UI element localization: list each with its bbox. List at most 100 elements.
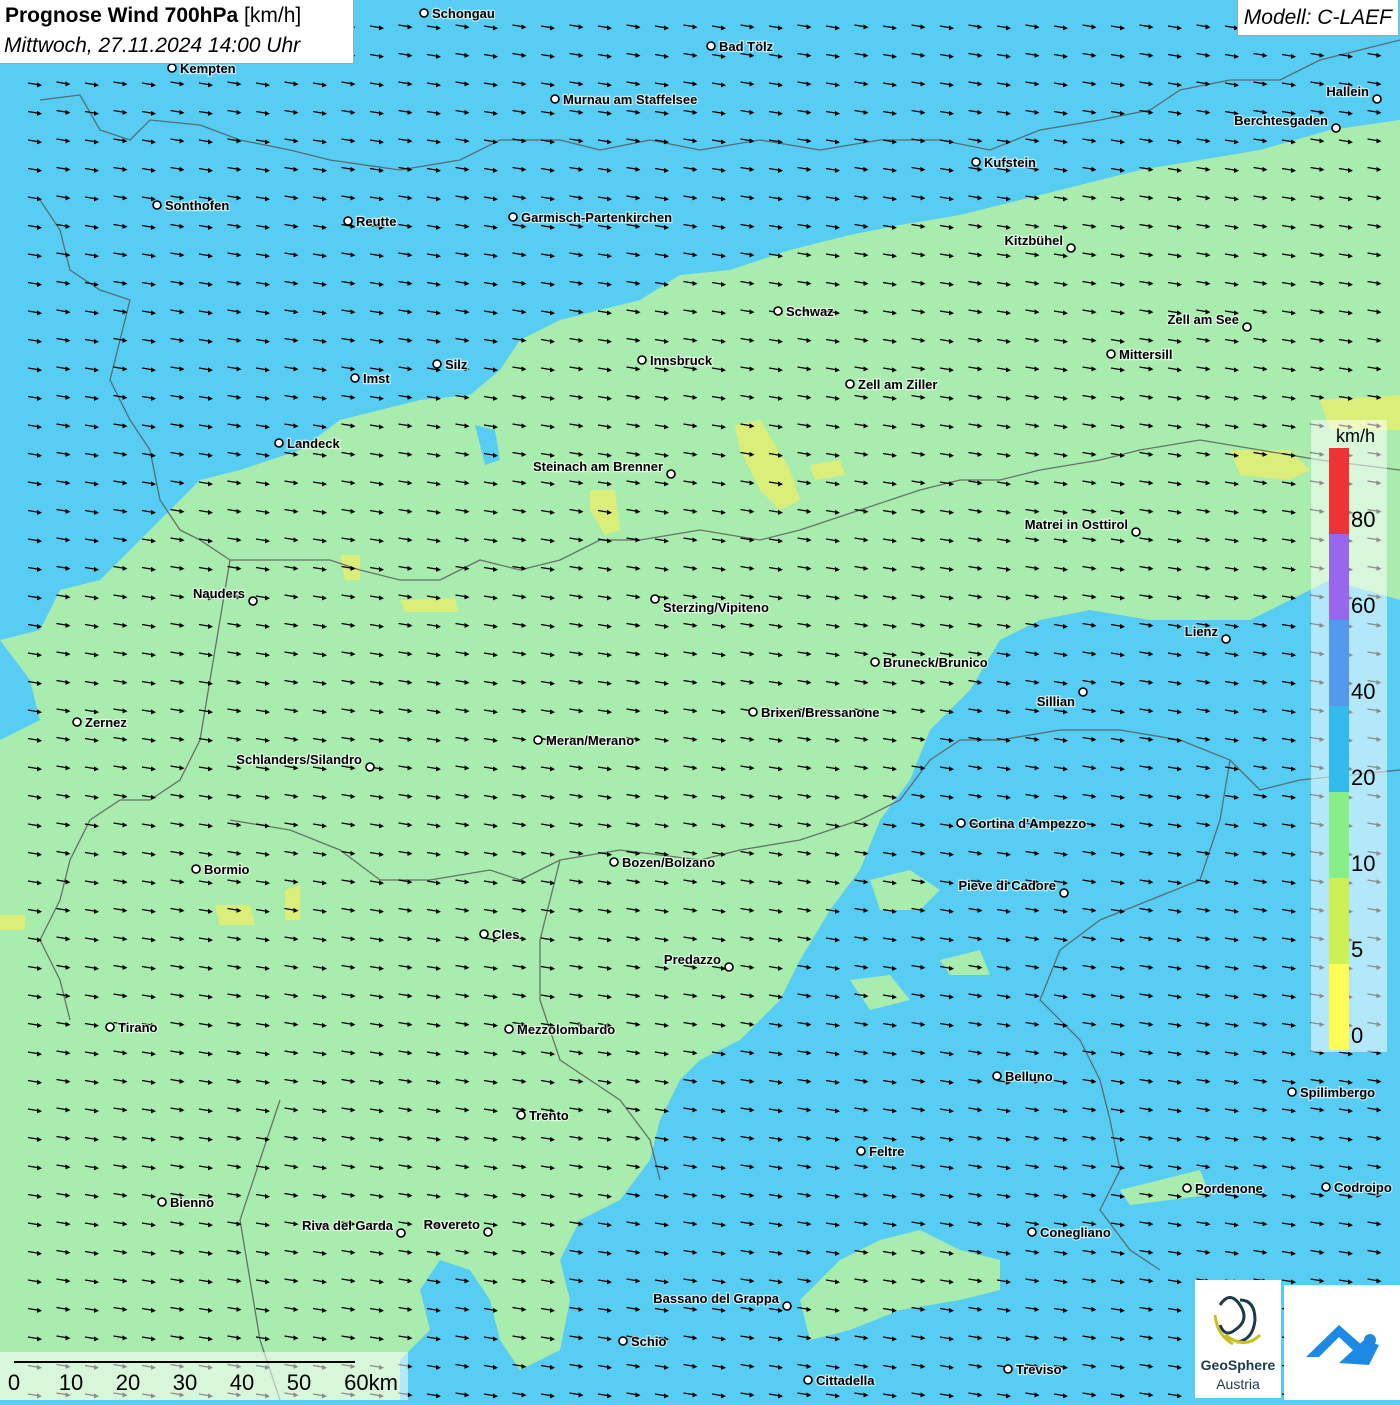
scale-bar: 0 10 20 30 40 50 60km — [0, 1352, 408, 1400]
city-marker: Cortina d'Ampezzo — [956, 815, 1088, 832]
city-dot — [618, 1336, 628, 1346]
city-label: Imst — [363, 371, 390, 386]
map-title: Prognose Wind 700hPa [km/h] — [5, 4, 301, 28]
city-label: Codroipo — [1334, 1180, 1392, 1195]
city-dot — [1287, 1087, 1297, 1097]
city-label: Steinach am Brenner — [533, 459, 663, 474]
title-box: Prognose Wind 700hPa [km/h] Mittwoch, 27… — [0, 0, 354, 64]
city-label: Murnau am Staffelsee — [563, 92, 697, 107]
mountain-cloud-icon — [1306, 1325, 1379, 1365]
city-dot — [609, 857, 619, 867]
city-dot — [274, 438, 284, 448]
legend-color-segment — [1329, 448, 1349, 534]
city-label: Cortina d'Ampezzo — [969, 816, 1086, 831]
city-marker: Bozen/Bolzano — [609, 854, 716, 871]
legend-color-segment — [1329, 878, 1349, 964]
city-dot — [1321, 1182, 1331, 1192]
city-dot — [845, 379, 855, 389]
city-dot — [105, 1022, 115, 1032]
title-main-text: Prognose Wind 700hPa — [5, 4, 239, 27]
city-marker: Mezzolombardo — [504, 1021, 617, 1038]
city-label: Hallein — [1326, 84, 1369, 99]
city-label: Belluno — [1005, 1069, 1053, 1084]
city-label: Bormio — [204, 862, 250, 877]
city-dot — [773, 306, 783, 316]
city-dot — [706, 41, 716, 51]
legend-label: 60 — [1351, 593, 1376, 618]
legend-color-segment — [1329, 964, 1349, 1050]
wind-zone-5-10 — [285, 885, 300, 920]
scale-label: 0 — [7, 1370, 21, 1395]
legend-unit: km/h — [1336, 426, 1376, 446]
city-dot — [152, 200, 162, 210]
city-label: Zell am See — [1167, 312, 1239, 327]
geosphere-logo: GeoSphere Austria — [1195, 1280, 1281, 1398]
city-dot — [1106, 349, 1116, 359]
app-logo — [1284, 1285, 1400, 1400]
scale-label: 20 — [115, 1370, 141, 1395]
city-label: Bozen/Bolzano — [622, 855, 715, 870]
city-label: Meran/Merano — [546, 733, 634, 748]
city-label: Treviso — [1016, 1362, 1062, 1377]
city-dot — [508, 212, 518, 222]
city-dot — [956, 818, 966, 828]
city-label: Feltre — [869, 1144, 904, 1159]
city-label: Pordenone — [1195, 1181, 1263, 1196]
city-dot — [1182, 1183, 1192, 1193]
city-marker: Sonthofen — [152, 197, 231, 214]
city-label: Kitzbühel — [1005, 233, 1064, 248]
city-marker: Pordenone — [1182, 1180, 1264, 1197]
city-label: Cittadella — [816, 1373, 875, 1388]
city-label: Spilimbergo — [1300, 1085, 1375, 1100]
city-dot — [191, 864, 201, 874]
city-label: Garmisch-Partenkirchen — [521, 210, 672, 225]
legend-color-segment — [1329, 534, 1349, 620]
city-label: Schwaz — [786, 304, 834, 319]
city-marker: Brixen/Bressanone — [748, 704, 881, 721]
city-dot — [72, 717, 82, 727]
legend-label: 80 — [1351, 507, 1376, 532]
city-label: Landeck — [287, 436, 341, 451]
color-legend: km/h 80 60 40 20 10 5 0 — [1311, 420, 1387, 1052]
city-label: Bad Tölz — [719, 39, 774, 54]
city-label: Zell am Ziller — [858, 377, 937, 392]
wind-zone-5-10 — [0, 915, 25, 930]
city-dot — [550, 94, 560, 104]
scale-bar-line — [14, 1361, 355, 1363]
city-label: Cles — [492, 927, 519, 942]
scale-label: 10 — [58, 1370, 84, 1395]
city-dot — [343, 216, 353, 226]
city-label: Innsbruck — [650, 353, 713, 368]
city-dot — [1059, 888, 1069, 898]
city-marker: Schongau — [419, 5, 496, 22]
city-dot — [483, 1227, 493, 1237]
city-label: Rovereto — [424, 1217, 480, 1232]
city-dot — [479, 929, 489, 939]
city-dot — [748, 707, 758, 717]
city-dot — [248, 596, 258, 606]
city-label: Kufstein — [984, 155, 1036, 170]
city-dot — [1372, 94, 1382, 104]
city-marker: Garmisch-Partenkirchen — [508, 209, 673, 226]
legend-color-bar — [1329, 448, 1349, 1050]
city-dot — [1003, 1364, 1013, 1374]
city-label: Bassano del Grappa — [653, 1291, 779, 1306]
forecast-date: Mittwoch, 27.11.2024 14:00 Uhr — [4, 34, 301, 57]
city-label: Brixen/Bressanone — [761, 705, 880, 720]
city-marker: Murnau am Staffelsee — [550, 91, 699, 108]
legend-label: 0 — [1351, 1023, 1364, 1048]
city-dot — [1078, 687, 1088, 697]
city-label: Pieve di Cadore — [958, 878, 1056, 893]
city-dot — [167, 63, 177, 73]
city-label: Nauders — [193, 586, 245, 601]
city-label: Schongau — [432, 6, 495, 21]
city-label: Schio — [631, 1334, 666, 1349]
city-label: Trento — [529, 1108, 569, 1123]
city-label: Reutte — [356, 214, 396, 229]
city-label: Zernez — [85, 715, 127, 730]
logo-name: GeoSphere — [1200, 1357, 1276, 1373]
legend-label: 40 — [1351, 679, 1376, 704]
city-dot — [350, 373, 360, 383]
city-dot — [432, 359, 442, 369]
city-dot — [365, 762, 375, 772]
